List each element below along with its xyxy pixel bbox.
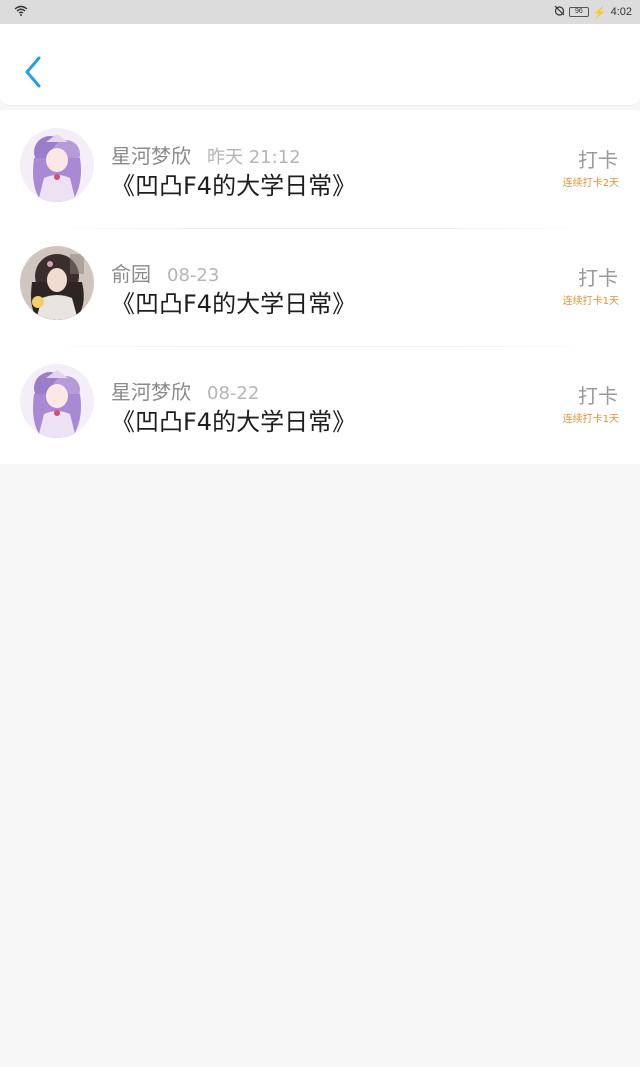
- book-title[interactable]: 《凹凸F4的大学日常》: [111, 284, 356, 319]
- list-item[interactable]: 俞园 08-23 《凹凸F4的大学日常》 打卡 连续打卡1天: [0, 228, 640, 346]
- record-meta: 星河梦欣 08-22: [111, 376, 259, 405]
- top-nav-bar: [0, 24, 640, 106]
- book-title[interactable]: 《凹凸F4的大学日常》: [111, 402, 356, 437]
- user-name[interactable]: 俞园: [111, 258, 151, 287]
- wifi-icon: [14, 5, 28, 19]
- post-time: 08-22: [207, 383, 260, 404]
- status-indicators: 96 ⚡ 4:02: [554, 5, 632, 19]
- list-item[interactable]: 星河梦欣 08-22 《凹凸F4的大学日常》 打卡 连续打卡1天: [0, 346, 640, 464]
- streak-text: 连续打卡1天: [562, 414, 619, 425]
- streak-text: 连续打卡1天: [562, 296, 619, 307]
- post-time: 08-23: [167, 265, 220, 286]
- checkin-label: 打卡: [578, 384, 618, 408]
- user-name[interactable]: 星河梦欣: [111, 376, 191, 405]
- battery-icon: 96: [568, 7, 589, 17]
- back-button[interactable]: [18, 52, 48, 92]
- checkin-list: 星河梦欣 昨天 21:12 《凹凸F4的大学日常》 打卡 连续打卡2天 俞园 0…: [0, 110, 640, 464]
- checkin-label: 打卡: [578, 266, 618, 290]
- record-meta: 俞园 08-23: [111, 258, 219, 287]
- avatar[interactable]: [20, 128, 94, 202]
- user-name[interactable]: 星河梦欣: [111, 140, 191, 169]
- chevron-left-icon: [25, 56, 41, 88]
- list-item[interactable]: 星河梦欣 昨天 21:12 《凹凸F4的大学日常》 打卡 连续打卡2天: [0, 110, 640, 228]
- streak-text: 连续打卡2天: [562, 178, 619, 189]
- checkin-label: 打卡: [578, 148, 618, 172]
- status-bar: 96 ⚡ 4:02: [0, 0, 640, 24]
- avatar[interactable]: [20, 364, 94, 438]
- clock: 4:02: [610, 6, 632, 18]
- avatar[interactable]: [20, 246, 94, 320]
- book-title[interactable]: 《凹凸F4的大学日常》: [111, 166, 356, 201]
- alarm-off-icon: [554, 5, 565, 19]
- charging-icon: ⚡: [592, 6, 607, 19]
- record-meta: 星河梦欣 昨天 21:12: [111, 140, 301, 169]
